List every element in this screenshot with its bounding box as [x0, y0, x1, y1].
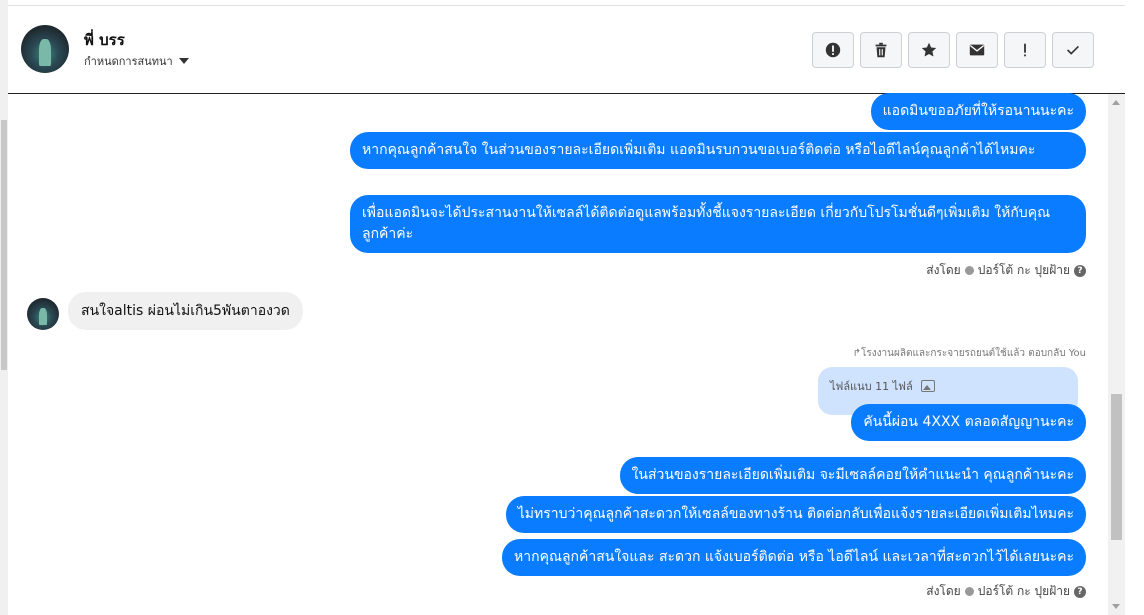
outgoing-message[interactable]: หากคุณลูกค้าสนใจและ สะดวก แจ้งเบอร์ติดต่… [502, 539, 1086, 576]
sent-by-line: ส่งโดย ปอร์โต้ กะ ปุยฝ้าย ? [926, 582, 1086, 601]
action-toolbar [812, 32, 1094, 68]
trash-icon [875, 42, 887, 58]
image-icon [920, 380, 935, 392]
mark-unread-button[interactable] [956, 32, 998, 68]
outgoing-message[interactable]: ในส่วนของรายละเอียดเพิ่มเติม จะมีเซลล์คอ… [619, 457, 1086, 494]
sent-by-label: ส่งโดย [926, 263, 961, 277]
conversation-settings-dropdown[interactable]: กำหนดการสนทนา [84, 52, 189, 70]
report-button[interactable] [812, 32, 854, 68]
sender-name[interactable]: ปอร์โต้ กะ ปุยฝ้าย [978, 582, 1070, 601]
outgoing-message[interactable]: ไม่ทราบว่าคุณลูกค้าสะดวกให้เซลล์ของทางร้… [505, 496, 1086, 533]
incoming-message[interactable]: สนใจaltis ผ่อนไม่เกิน5พันตาองวด [68, 292, 303, 330]
attachment-label: ไฟล์แนบ 11 ไฟล์ [830, 377, 935, 395]
outgoing-message[interactable]: คันนี้ผ่อน 4XXX ตลอดสัญญานะคะ [851, 404, 1086, 441]
outgoing-message[interactable]: หากคุณลูกค้าสนใจ ในส่วนของรายละเอียดเพิ่… [350, 132, 1086, 169]
replied-note-text: โรงงานผลิตและกระจายรถยนต์ใช้แล้ว ตอบกลับ… [861, 348, 1086, 359]
exclamation-circle-icon [825, 42, 841, 58]
exclamation-icon [1024, 43, 1026, 57]
left-scrollbar-thumb[interactable] [1, 120, 7, 370]
star-icon [921, 42, 937, 57]
caret-down-icon [178, 58, 189, 64]
sent-by-label: ส่งโดย [926, 584, 961, 598]
outgoing-message[interactable]: เพื่อแอดมินจะได้ประสานงานให้เซลล์ได้ติดต… [350, 195, 1086, 253]
spam-button[interactable] [1004, 32, 1046, 68]
check-circle-icon [964, 587, 974, 596]
sender-name[interactable]: ปอร์โต้ กะ ปุยฝ้าย [978, 261, 1070, 280]
conversation-scrollbar[interactable] [1108, 94, 1125, 615]
conversation-panel: พี่ บรร กำหนดการสนทนา แอดมินขออภัยที่ให้… [8, 0, 1125, 615]
help-icon[interactable]: ? [1074, 585, 1086, 598]
scroll-down-arrow-icon[interactable] [1112, 604, 1120, 609]
delete-button[interactable] [860, 32, 902, 68]
contact-name[interactable]: พี่ บรร [84, 28, 125, 52]
star-button[interactable] [908, 32, 950, 68]
scrollbar-thumb[interactable] [1111, 394, 1122, 540]
help-icon[interactable]: ? [1074, 264, 1086, 277]
conversation-header: พี่ บรร กำหนดการสนทนา [8, 5, 1125, 94]
attachment-count: ไฟล์แนบ 11 ไฟล์ [830, 380, 913, 393]
conversation-settings-label: กำหนดการสนทนา [84, 55, 173, 68]
check-icon [1067, 45, 1079, 55]
left-scrollbar[interactable] [0, 0, 8, 615]
avatar[interactable] [27, 298, 59, 330]
check-circle-icon [964, 266, 974, 275]
sent-by-line: ส่งโดย ปอร์โต้ กะ ปุยฝ้าย ? [926, 261, 1086, 280]
scroll-up-arrow-icon[interactable] [1112, 100, 1120, 105]
mark-done-button[interactable] [1052, 32, 1094, 68]
page-edge [1125, 0, 1144, 615]
envelope-icon [969, 44, 985, 56]
avatar[interactable] [21, 25, 69, 73]
outgoing-message[interactable]: แอดมินขออภัยที่ให้รอนานนะคะ [870, 93, 1086, 130]
replied-note: ↱โรงงานผลิตและกระจายรถยนต์ใช้แล้ว ตอบกลั… [853, 346, 1086, 361]
reply-arrow-icon: ↱ [852, 348, 862, 359]
